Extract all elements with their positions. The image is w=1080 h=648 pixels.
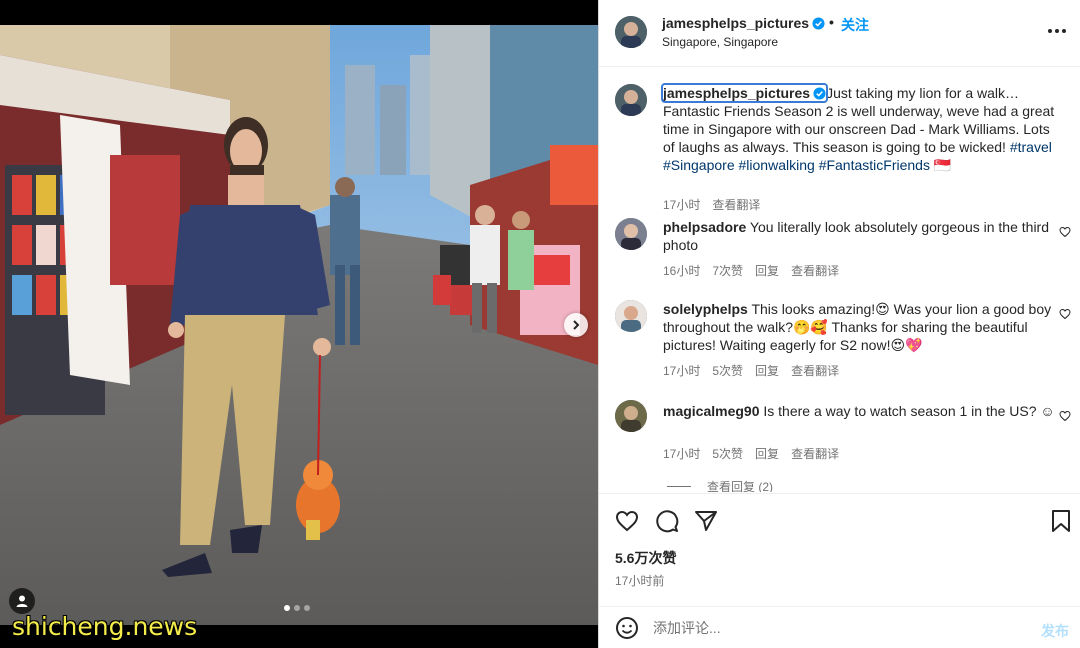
avatar[interactable] [615,84,647,116]
comment-time: 16小时 [663,264,701,278]
post-photo[interactable] [0,25,598,625]
post-media: shicheng.news [0,0,598,648]
comment-meta: 17小时 5次赞 回复 查看翻译 [663,362,839,379]
comment-username[interactable]: magicalmeg90 [663,403,760,419]
caption-meta: 17小时 查看翻译 [663,196,760,213]
carousel-dot [294,605,300,611]
heart-icon[interactable] [1059,308,1071,320]
comment-time: 17小时 [663,364,701,378]
comment-likes[interactable]: 5次赞 [712,362,743,379]
verified-icon [813,87,826,100]
avatar[interactable] [615,400,647,432]
reply-button[interactable]: 回复 [755,445,779,462]
replies-divider [667,486,691,487]
comment-meta: 17小时 5次赞 回复 查看翻译 [663,445,839,462]
separator-dot: • [829,14,834,30]
carousel-dots [284,605,310,611]
share-icon[interactable] [694,509,718,533]
comment-meta: 16小时 7次赞 回复 查看翻译 [663,262,839,279]
likes-count[interactable]: 5.6万次赞 [615,548,676,568]
reply-button[interactable]: 回复 [755,362,779,379]
avatar[interactable] [615,218,647,250]
comment-input[interactable] [653,617,1023,639]
caption-time: 17小时 [663,198,701,212]
tagged-users-button[interactable] [9,588,35,614]
hashtag[interactable]: #Singapore [663,157,735,173]
avatar[interactable] [615,300,647,332]
more-horizontal-icon[interactable] [1045,22,1069,40]
comment-icon[interactable] [655,509,679,533]
user-tag-icon [16,595,28,607]
hashtag[interactable]: #lionwalking [739,157,815,173]
author-username[interactable]: jamesphelps_pictures [662,15,825,31]
post-sidebar: jamesphelps_pictures • 关注 Singapore, Sin… [598,0,1080,648]
post-actions: 5.6万次赞 17小时前 [599,493,1080,597]
reply-button[interactable]: 回复 [755,262,779,279]
post-header: jamesphelps_pictures • 关注 Singapore, Sin… [599,0,1080,67]
comment-likes[interactable]: 5次赞 [712,445,743,462]
comment-username[interactable]: phelpsadore [663,219,746,235]
carousel-dot [284,605,290,611]
view-replies-button[interactable]: 查看回复 (2) [667,478,773,492]
verified-icon [812,17,825,30]
post-time: 17小时前 [615,574,665,588]
heart-icon[interactable] [1059,410,1071,422]
heart-icon[interactable] [1059,226,1071,238]
watermark: shicheng.news [12,612,198,641]
translate-link[interactable]: 查看翻译 [791,262,839,279]
caption-username[interactable]: jamesphelps_pictures [660,83,829,103]
translate-link[interactable]: 查看翻译 [791,362,839,379]
chevron-right-icon [573,320,580,330]
comment-text: phelpsadore You literally look absolutel… [663,218,1057,254]
next-photo-button[interactable] [564,313,588,337]
comment-text: solelyphelps This looks amazing!😍 Was yo… [663,300,1057,354]
comment-text: magicalmeg90 Is there a way to watch sea… [663,402,1057,420]
avatar[interactable] [615,16,647,48]
emoji-icon[interactable] [615,616,639,640]
caption-text: jamesphelps_pictures Just taking my lion … [660,83,1057,174]
post-location[interactable]: Singapore, Singapore [662,35,778,49]
comment-body: Is there a way to watch season 1 in the … [763,403,1055,419]
carousel-dot [304,605,310,611]
comment-username[interactable]: solelyphelps [663,301,748,317]
translate-link[interactable]: 查看翻译 [791,445,839,462]
comment-time: 17小时 [663,447,701,461]
view-replies-label: 查看回复 (2) [707,480,774,492]
hashtag[interactable]: #FantasticFriends [819,157,930,173]
post-comment-button[interactable]: 发布 [1041,621,1069,641]
heart-icon[interactable] [615,509,639,533]
comment-likes[interactable]: 7次赞 [712,262,743,279]
follow-button[interactable]: 关注 [841,15,869,35]
hashtag[interactable]: #travel [1010,139,1052,155]
translate-link[interactable]: 查看翻译 [712,196,760,213]
comment-bar: 发布 [599,606,1080,648]
comments-scroll[interactable]: jamesphelps_pictures Just taking my lion … [599,68,1080,492]
bookmark-icon[interactable] [1049,509,1073,533]
flag-emoji: 🇸🇬 [933,157,952,173]
